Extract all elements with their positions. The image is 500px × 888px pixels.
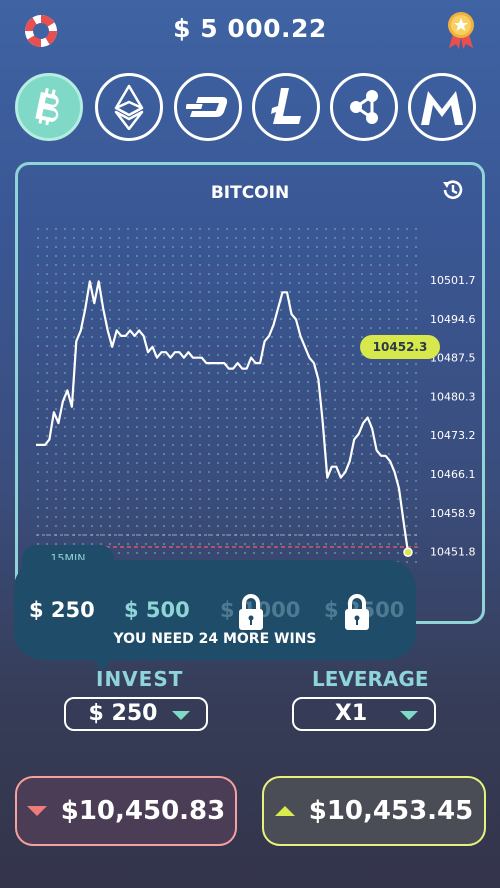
leverage-select[interactable]: X1 bbox=[292, 697, 436, 731]
invest-value: $ 250 bbox=[88, 701, 158, 726]
price-series-line bbox=[36, 280, 410, 553]
y-tick-label: 10501.7 bbox=[430, 274, 476, 287]
y-tick-label: 10473.2 bbox=[430, 429, 476, 442]
medal-icon[interactable] bbox=[446, 10, 476, 50]
arrow-up-icon bbox=[274, 806, 295, 816]
current-price-tag: 10452.3 bbox=[360, 335, 440, 359]
chevron-down-icon bbox=[172, 711, 190, 720]
buy-price: $10,453.45 bbox=[308, 796, 474, 826]
lock-icon bbox=[239, 594, 263, 630]
amount-option-250[interactable]: $ 250 bbox=[29, 598, 95, 622]
coin-ethereum[interactable] bbox=[95, 73, 163, 141]
buy-button[interactable]: $10,453.45 bbox=[262, 776, 486, 846]
ripple-icon bbox=[350, 90, 378, 124]
coin-litecoin[interactable] bbox=[252, 73, 320, 141]
leverage-label: LEVERAGE bbox=[312, 667, 429, 691]
arrow-down-icon bbox=[26, 806, 47, 816]
y-tick-label: 10494.6 bbox=[430, 313, 476, 326]
y-tick-label: 10458.9 bbox=[430, 507, 476, 520]
ethereum-icon bbox=[114, 84, 144, 130]
bitcoin-icon bbox=[35, 87, 59, 126]
leverage-value: X1 bbox=[334, 701, 368, 726]
chevron-down-icon bbox=[400, 711, 418, 720]
sell-button[interactable]: $10,450.83 bbox=[15, 776, 237, 846]
coin-monero[interactable] bbox=[408, 73, 476, 141]
top-bar: $ 5 000.22 bbox=[0, 0, 500, 64]
coin-selector bbox=[15, 73, 485, 143]
buy-button-inner: $10,453.45 bbox=[264, 778, 484, 844]
coin-ripple[interactable] bbox=[330, 73, 398, 141]
y-tick-label: 10466.1 bbox=[430, 468, 476, 481]
coin-bitcoin[interactable] bbox=[15, 73, 83, 141]
litecoin-icon bbox=[271, 88, 301, 124]
dash-icon bbox=[186, 97, 228, 117]
sell-price: $10,450.83 bbox=[60, 796, 226, 826]
y-tick-label: 10480.3 bbox=[430, 390, 476, 403]
monero-icon bbox=[421, 91, 463, 125]
y-tick-label: 10451.8 bbox=[430, 546, 476, 559]
balance-display: $ 5 000.22 bbox=[173, 14, 327, 43]
invest-label: INVEST bbox=[96, 667, 184, 691]
sell-button-inner: $10,450.83 bbox=[17, 778, 235, 844]
current-price-point bbox=[403, 547, 413, 558]
coin-dash[interactable] bbox=[174, 73, 242, 141]
invest-select[interactable]: $ 250 bbox=[64, 697, 208, 731]
unlock-message: YOU NEED 24 MORE WINS bbox=[113, 631, 317, 647]
lock-icon bbox=[345, 594, 369, 630]
amount-option-500[interactable]: $ 500 bbox=[124, 598, 190, 622]
